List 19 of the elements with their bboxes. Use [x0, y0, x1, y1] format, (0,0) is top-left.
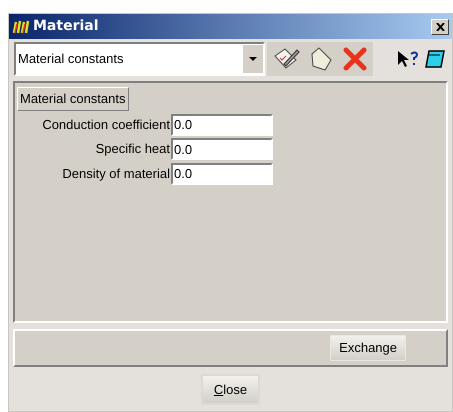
exchange-button[interactable]: Exchange	[330, 335, 406, 361]
input-field[interactable]: 0.0	[171, 162, 273, 184]
help-pointer-icon[interactable]	[396, 49, 420, 69]
book-icon[interactable]	[424, 49, 446, 69]
field-label: Conduction coefficient	[41, 116, 170, 134]
dropdown-arrow-icon	[249, 57, 257, 61]
field-label: Specific heat	[94, 140, 170, 158]
group-tab[interactable]: Material constants	[17, 87, 128, 111]
selector-value: Material constants	[17, 50, 124, 68]
close-dialog-button[interactable]: Close	[201, 374, 260, 405]
close-icon	[436, 22, 444, 30]
close-button[interactable]	[431, 18, 449, 34]
window-title: Material	[33, 17, 99, 36]
input-field[interactable]: 0.0	[171, 138, 273, 160]
input-field[interactable]: 0.0	[171, 114, 273, 136]
delete-icon[interactable]	[342, 46, 368, 72]
field-label: Density of material	[61, 164, 170, 183]
selector-dropdown[interactable]: Material constants	[14, 42, 265, 76]
app-logo-icon	[12, 18, 32, 34]
